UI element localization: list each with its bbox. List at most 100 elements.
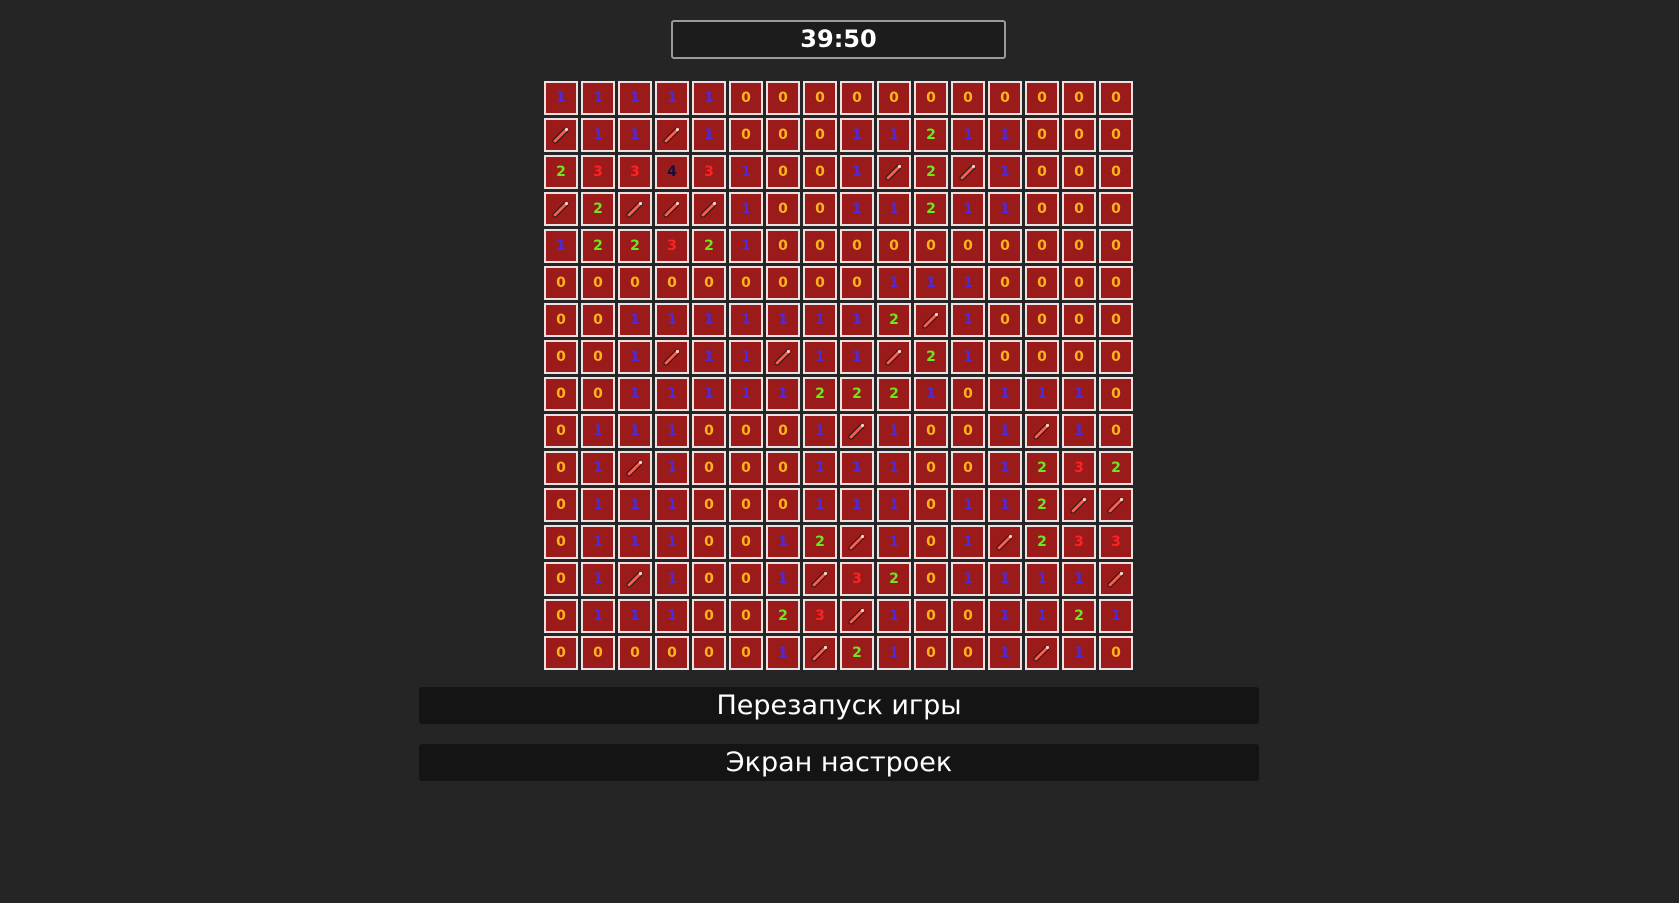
board-cell[interactable]: 0 — [692, 266, 726, 300]
board-cell[interactable]: 0 — [729, 451, 763, 485]
board-cell[interactable]: 0 — [581, 303, 615, 337]
board-cell[interactable]: 3 — [618, 155, 652, 189]
board-cell[interactable]: 2 — [1025, 451, 1059, 485]
board-cell[interactable]: 0 — [803, 266, 837, 300]
board-cell[interactable]: 1 — [988, 414, 1022, 448]
board-cell-flagged[interactable] — [840, 599, 874, 633]
board-cell[interactable]: 0 — [914, 599, 948, 633]
board-cell[interactable]: 0 — [1025, 118, 1059, 152]
board-cell[interactable]: 2 — [581, 192, 615, 226]
board-cell[interactable]: 0 — [803, 155, 837, 189]
board-cell[interactable]: 3 — [840, 562, 874, 596]
board-cell[interactable]: 0 — [729, 118, 763, 152]
board-cell[interactable]: 0 — [544, 525, 578, 559]
board-cell[interactable]: 1 — [544, 229, 578, 263]
board-cell[interactable]: 1 — [877, 414, 911, 448]
board-cell-flagged[interactable] — [618, 451, 652, 485]
board-cell-flagged[interactable] — [618, 192, 652, 226]
board-cell[interactable]: 0 — [1025, 81, 1059, 115]
board-cell[interactable]: 2 — [544, 155, 578, 189]
board-cell[interactable]: 0 — [729, 488, 763, 522]
board-cell[interactable]: 1 — [618, 599, 652, 633]
board-cell-flagged[interactable] — [1025, 636, 1059, 670]
board-cell[interactable]: 1 — [692, 377, 726, 411]
board-cell[interactable]: 0 — [803, 229, 837, 263]
board-cell-flagged[interactable] — [1025, 414, 1059, 448]
board-cell-flagged[interactable] — [877, 340, 911, 374]
board-cell-flagged[interactable] — [951, 155, 985, 189]
board-cell[interactable]: 1 — [618, 340, 652, 374]
board-cell[interactable]: 1 — [840, 118, 874, 152]
board-cell[interactable]: 1 — [877, 636, 911, 670]
board-cell[interactable]: 2 — [914, 192, 948, 226]
board-cell[interactable]: 0 — [951, 81, 985, 115]
board-cell[interactable]: 2 — [766, 599, 800, 633]
board-cell[interactable]: 1 — [951, 118, 985, 152]
board-cell-flagged[interactable] — [1062, 488, 1096, 522]
board-cell-flagged[interactable] — [655, 192, 689, 226]
board-cell[interactable]: 2 — [1099, 451, 1133, 485]
board-cell[interactable]: 3 — [1062, 451, 1096, 485]
board-cell[interactable]: 1 — [914, 266, 948, 300]
board-cell-flagged[interactable] — [803, 562, 837, 596]
board-cell[interactable]: 0 — [766, 229, 800, 263]
board-cell[interactable]: 0 — [581, 266, 615, 300]
board-cell[interactable]: 1 — [618, 303, 652, 337]
board-cell[interactable]: 1 — [1062, 636, 1096, 670]
board-cell[interactable]: 1 — [988, 488, 1022, 522]
board-cell[interactable]: 1 — [803, 340, 837, 374]
board-cell[interactable]: 0 — [729, 414, 763, 448]
board-cell[interactable]: 0 — [840, 266, 874, 300]
board-cell[interactable]: 1 — [655, 414, 689, 448]
board-cell[interactable]: 1 — [951, 562, 985, 596]
board-cell[interactable]: 1 — [729, 340, 763, 374]
board-cell[interactable]: 2 — [1025, 488, 1059, 522]
board-cell[interactable]: 0 — [729, 81, 763, 115]
board-cell[interactable]: 0 — [1025, 266, 1059, 300]
board-cell[interactable]: 0 — [1099, 229, 1133, 263]
board-cell[interactable]: 1 — [840, 340, 874, 374]
board-cell[interactable]: 1 — [766, 377, 800, 411]
board-cell[interactable]: 0 — [988, 303, 1022, 337]
board-cell[interactable]: 0 — [1062, 340, 1096, 374]
board-cell-flagged[interactable] — [618, 562, 652, 596]
board-cell[interactable]: 1 — [766, 636, 800, 670]
board-cell[interactable]: 1 — [840, 451, 874, 485]
board-cell[interactable]: 0 — [914, 562, 948, 596]
board-cell[interactable]: 2 — [914, 340, 948, 374]
board-cell[interactable]: 1 — [1062, 562, 1096, 596]
board-cell[interactable]: 0 — [729, 636, 763, 670]
board-cell[interactable]: 1 — [988, 636, 1022, 670]
board-cell[interactable]: 0 — [544, 488, 578, 522]
board-cell[interactable]: 1 — [729, 377, 763, 411]
board-cell[interactable]: 2 — [803, 377, 837, 411]
board-cell[interactable]: 1 — [877, 118, 911, 152]
board-cell[interactable]: 1 — [951, 192, 985, 226]
board-cell[interactable]: 1 — [729, 155, 763, 189]
board-cell[interactable]: 0 — [1062, 229, 1096, 263]
board-cell[interactable]: 0 — [581, 636, 615, 670]
board-cell[interactable]: 1 — [988, 451, 1022, 485]
board-cell[interactable]: 0 — [544, 340, 578, 374]
board-cell[interactable]: 1 — [988, 192, 1022, 226]
board-cell[interactable]: 0 — [914, 636, 948, 670]
board-cell[interactable]: 1 — [766, 303, 800, 337]
board-cell[interactable]: 0 — [692, 414, 726, 448]
board-cell[interactable]: 0 — [729, 562, 763, 596]
board-cell[interactable]: 1 — [618, 81, 652, 115]
board-cell[interactable]: 0 — [544, 451, 578, 485]
board-cell[interactable]: 0 — [692, 636, 726, 670]
board-cell[interactable]: 0 — [692, 525, 726, 559]
board-cell[interactable]: 0 — [1099, 118, 1133, 152]
board-cell[interactable]: 1 — [655, 525, 689, 559]
board-cell[interactable]: 1 — [877, 451, 911, 485]
board-cell-flagged[interactable] — [914, 303, 948, 337]
board-cell-flagged[interactable] — [988, 525, 1022, 559]
board-cell[interactable]: 1 — [1099, 599, 1133, 633]
board-cell[interactable]: 1 — [618, 118, 652, 152]
board-cell[interactable]: 0 — [544, 599, 578, 633]
board-cell[interactable]: 1 — [692, 118, 726, 152]
board-cell[interactable]: 3 — [1062, 525, 1096, 559]
board-cell[interactable]: 0 — [1099, 303, 1133, 337]
board-cell[interactable]: 0 — [951, 229, 985, 263]
